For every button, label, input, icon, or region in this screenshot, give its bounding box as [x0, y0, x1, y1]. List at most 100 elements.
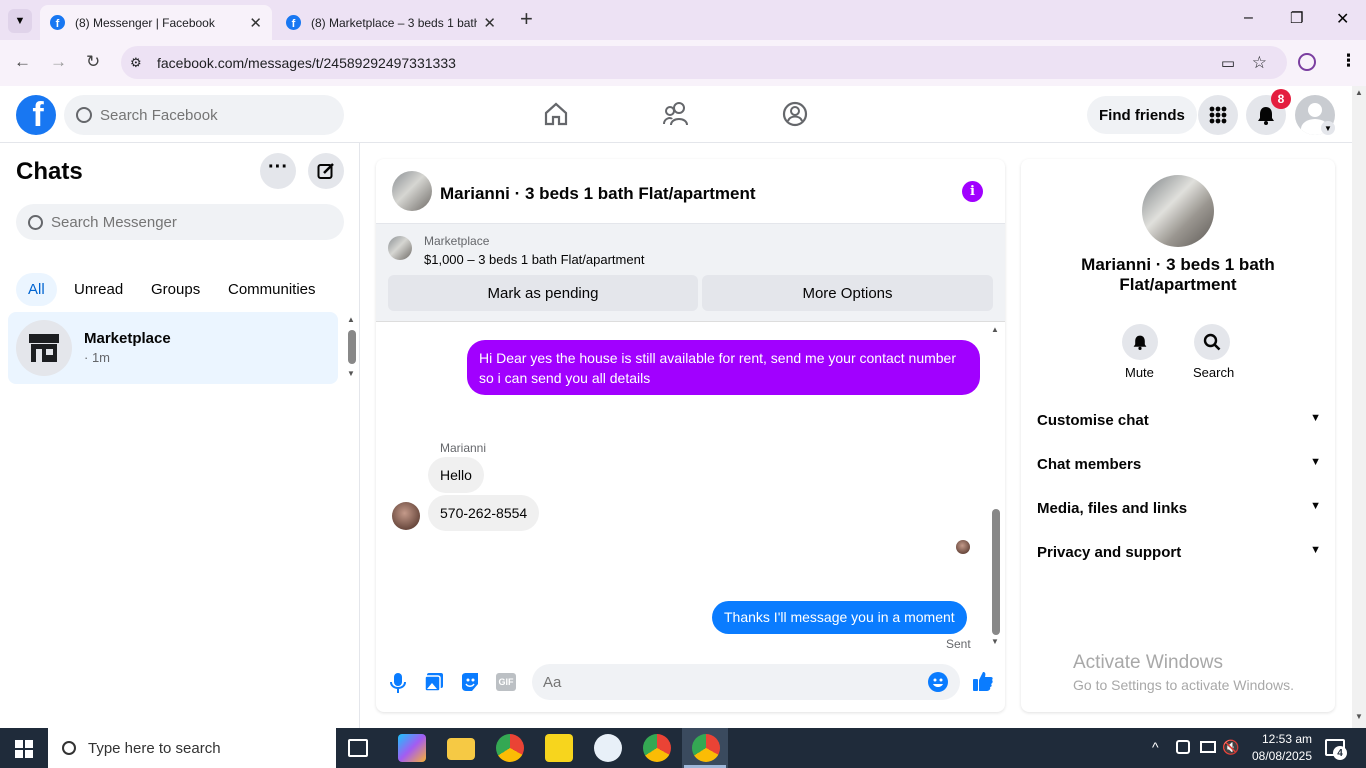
close-tab-icon[interactable]: ✕: [483, 14, 496, 32]
bell-icon: [1133, 335, 1147, 350]
chat-list-scrollbar[interactable]: ▲ ▼: [346, 315, 358, 379]
friends-nav-icon[interactable]: [662, 101, 690, 127]
thumbs-up-icon[interactable]: [972, 670, 994, 692]
chats-title: Chats: [16, 158, 83, 185]
filter-all[interactable]: All: [16, 273, 57, 306]
close-tab-icon[interactable]: ✕: [249, 14, 262, 32]
menu-grid-button[interactable]: [1198, 95, 1238, 135]
tab-title: (8) Marketplace – 3 beds 1 bath: [311, 15, 478, 30]
facebook-favicon-icon: f: [50, 15, 65, 30]
chrome-active-icon[interactable]: [692, 734, 720, 762]
sticky-notes-icon[interactable]: [545, 734, 573, 762]
more-options-button[interactable]: More Options: [702, 275, 993, 311]
chat-name: Marketplace: [84, 330, 171, 347]
photo-icon[interactable]: [424, 672, 444, 692]
tray-chevron-icon[interactable]: ^: [1152, 739, 1159, 755]
chat-list-item-marketplace[interactable]: Marketplace · 1m: [8, 312, 338, 384]
info-avatar[interactable]: [1142, 175, 1214, 247]
conversation-avatar[interactable]: [392, 171, 432, 211]
tab-search-button[interactable]: ▼: [8, 9, 32, 33]
copilot-icon[interactable]: [398, 734, 426, 762]
clock-date[interactable]: 08/08/2025: [1247, 749, 1317, 763]
browser-tab-strip: ▼ f (8) Messenger | Facebook ✕ f (8) Mar…: [0, 0, 1366, 40]
search-conversation-button[interactable]: [1194, 324, 1230, 360]
listing-price-title[interactable]: $1,000 – 3 beds 1 bath Flat/apartment: [424, 252, 644, 267]
volume-muted-icon[interactable]: 🔇: [1222, 739, 1239, 756]
facebook-search-input[interactable]: [100, 106, 320, 124]
search-icon: [76, 107, 92, 123]
message-bubble-incoming[interactable]: 570-262-8554: [428, 495, 540, 531]
messenger-search-input[interactable]: [51, 213, 311, 231]
install-app-icon[interactable]: ▭: [1221, 54, 1235, 72]
conversation-title[interactable]: Marianni · 3 beds 1 bath Flat/apartment: [440, 184, 756, 204]
message-bubble-outgoing[interactable]: Hi Dear yes the house is still available…: [467, 340, 980, 395]
bell-icon: [1258, 107, 1274, 125]
filter-communities[interactable]: Communities: [216, 273, 328, 306]
task-view-icon[interactable]: [348, 739, 368, 757]
browser-menu-icon[interactable]: ⋮: [1340, 51, 1357, 71]
start-button[interactable]: [15, 740, 33, 758]
message-bubble-incoming[interactable]: Hello: [428, 457, 484, 493]
tray-meet-icon[interactable]: [1176, 740, 1190, 754]
sticker-icon[interactable]: [460, 672, 480, 692]
profile-icon[interactable]: [1298, 53, 1316, 71]
chat-options-button[interactable]: ···: [260, 153, 296, 189]
mute-button[interactable]: [1122, 324, 1158, 360]
message-input[interactable]: [543, 673, 913, 691]
forward-arrow-icon[interactable]: →: [50, 52, 67, 72]
close-window-button[interactable]: ✕: [1336, 9, 1349, 29]
listing-source: Marketplace: [424, 234, 490, 248]
find-friends-button[interactable]: Find friends: [1087, 96, 1197, 134]
taskbar-search[interactable]: Type here to search: [48, 728, 336, 768]
groups-nav-icon[interactable]: [782, 101, 808, 127]
chats-panel: Chats ··· All Unread Groups Communities …: [0, 143, 360, 728]
facebook-logo[interactable]: f: [16, 95, 56, 135]
message-composer[interactable]: [532, 664, 960, 700]
home-nav-icon[interactable]: [543, 101, 569, 127]
chrome-icon[interactable]: [496, 734, 524, 762]
reload-icon[interactable]: ↻: [86, 52, 100, 72]
new-message-button[interactable]: [308, 153, 344, 189]
privacy-support-section[interactable]: Privacy and support ▼: [1037, 544, 1321, 561]
taskbar-search-text: Type here to search: [88, 739, 221, 757]
file-explorer-icon[interactable]: [447, 738, 475, 760]
page-scrollbar[interactable]: ▲ ▼: [1352, 86, 1366, 728]
sender-avatar[interactable]: [392, 502, 420, 530]
address-bar[interactable]: ⚙ facebook.com/messages/t/24589292497331…: [121, 46, 1287, 79]
facebook-favicon-icon: f: [286, 15, 301, 30]
microphone-icon[interactable]: [390, 672, 406, 694]
bookmark-star-icon[interactable]: ☆: [1252, 53, 1267, 73]
search-icon: [28, 214, 43, 230]
paint-icon[interactable]: [594, 734, 622, 762]
facebook-search-box[interactable]: [64, 95, 344, 135]
messages-scrollbar[interactable]: ▲ ▼: [990, 325, 1002, 649]
customise-chat-section[interactable]: Customise chat ▼: [1037, 412, 1321, 429]
gif-icon[interactable]: GIF: [496, 673, 516, 691]
chat-time: · 1m: [84, 350, 110, 365]
network-icon[interactable]: [1200, 741, 1216, 753]
media-files-section[interactable]: Media, files and links ▼: [1037, 500, 1321, 517]
site-info-icon[interactable]: ⚙: [130, 55, 150, 71]
back-arrow-icon[interactable]: ←: [14, 52, 31, 72]
url-text: facebook.com/messages/t/2458929249733133…: [157, 54, 456, 71]
clock-time[interactable]: 12:53 am: [1252, 732, 1322, 746]
new-tab-button[interactable]: +: [520, 6, 533, 32]
mark-pending-button[interactable]: Mark as pending: [388, 275, 698, 311]
chevron-down-icon: ▼: [1310, 456, 1321, 468]
filter-groups[interactable]: Groups: [139, 273, 212, 306]
conversation-info-icon[interactable]: i: [962, 181, 983, 202]
emoji-icon[interactable]: [928, 672, 948, 692]
listing-thumbnail[interactable]: [388, 236, 412, 260]
message-bubble-outgoing[interactable]: Thanks I'll message you in a moment: [712, 601, 967, 634]
messenger-search-box[interactable]: [16, 204, 344, 240]
compose-icon: [317, 163, 334, 179]
maximize-button[interactable]: ❐: [1290, 9, 1303, 27]
account-chevron-icon[interactable]: ▼: [1321, 121, 1335, 135]
tab-marketplace[interactable]: f (8) Marketplace – 3 beds 1 bath ✕: [276, 5, 506, 40]
filter-unread[interactable]: Unread: [62, 273, 135, 306]
chat-members-section[interactable]: Chat members ▼: [1037, 456, 1321, 473]
minimize-button[interactable]: –: [1244, 9, 1253, 27]
chevron-down-icon: ▼: [1310, 412, 1321, 424]
tab-messenger[interactable]: f (8) Messenger | Facebook ✕: [40, 5, 272, 40]
chrome-profile-icon[interactable]: [643, 734, 671, 762]
